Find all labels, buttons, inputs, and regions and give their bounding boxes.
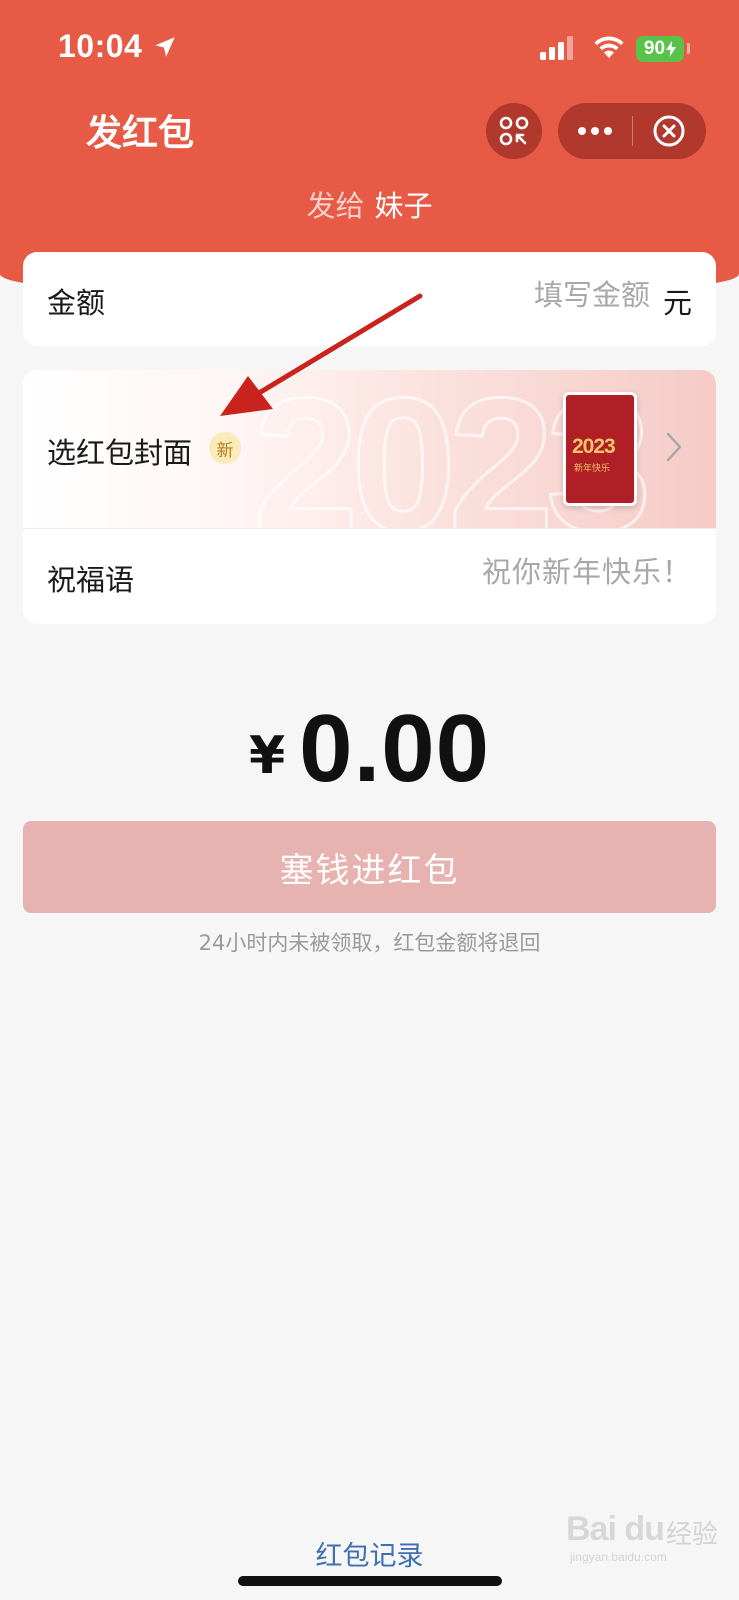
wish-label: 祝福语 xyxy=(47,563,135,597)
cover-thumbnail-text: 新年快乐 xyxy=(574,464,611,474)
page-title: 发红包 xyxy=(86,113,195,154)
more-button[interactable] xyxy=(558,103,632,159)
watermark-url: jingyan.baidu.com xyxy=(570,1550,667,1564)
select-cover-row[interactable]: 2023 选红包封面 新 2023 新年快乐 xyxy=(23,370,716,573)
refund-notice: 24小时内未被领取，红包金额将退回 xyxy=(198,931,541,955)
battery-cap xyxy=(687,43,690,54)
home-indicator[interactable] xyxy=(238,1576,502,1586)
wish-input[interactable] xyxy=(392,555,692,589)
watermark-chinese: 经验 xyxy=(666,1520,719,1550)
amount-card: 金额 元 xyxy=(23,252,716,346)
scan-button[interactable] xyxy=(486,103,542,159)
wish-row: 祝福语 xyxy=(23,529,716,624)
wifi-icon xyxy=(594,36,624,58)
select-cover-label: 选红包封面 xyxy=(47,436,193,470)
watermark-logo: Bai du xyxy=(566,1510,665,1548)
location-arrow-icon xyxy=(155,37,175,57)
recipient-name: 妹子 xyxy=(374,189,433,223)
currency-symbol: ¥ xyxy=(248,726,286,786)
baidu-jingyan-watermark: Bai du 经验 jingyan.baidu.com xyxy=(566,1508,736,1566)
total-amount: ¥0.00 xyxy=(0,694,739,804)
close-button[interactable] xyxy=(633,103,707,159)
total-value: 0.00 xyxy=(299,695,491,802)
recipient-line: 发给 妹子 xyxy=(0,183,739,225)
close-icon xyxy=(653,115,685,147)
status-time: 10:04 xyxy=(58,28,143,64)
scan-icon xyxy=(499,116,529,146)
cover-thumbnail-year: 2023 xyxy=(572,435,616,458)
battery-charging-icon xyxy=(666,41,677,57)
signal-icon xyxy=(540,36,573,60)
status-bar: 10:04 90 xyxy=(0,0,739,96)
amount-input[interactable] xyxy=(450,278,650,312)
more-icon xyxy=(577,127,612,135)
chevron-right-icon xyxy=(666,432,682,462)
new-badge: 新 xyxy=(209,432,241,464)
cover-and-wish-card: 2023 选红包封面 新 2023 新年快乐 祝福语 xyxy=(23,370,716,624)
mini-program-capsule xyxy=(558,103,706,159)
battery-level: 90 xyxy=(643,38,666,59)
cover-thumbnail[interactable]: 2023 新年快乐 xyxy=(563,392,637,506)
amount-label: 金额 xyxy=(47,286,106,320)
amount-unit: 元 xyxy=(662,286,692,320)
submit-red-packet-button[interactable]: 塞钱进红包 xyxy=(23,821,716,913)
battery-indicator: 90 xyxy=(636,36,684,62)
recipient-prefix: 发给 xyxy=(306,189,365,223)
